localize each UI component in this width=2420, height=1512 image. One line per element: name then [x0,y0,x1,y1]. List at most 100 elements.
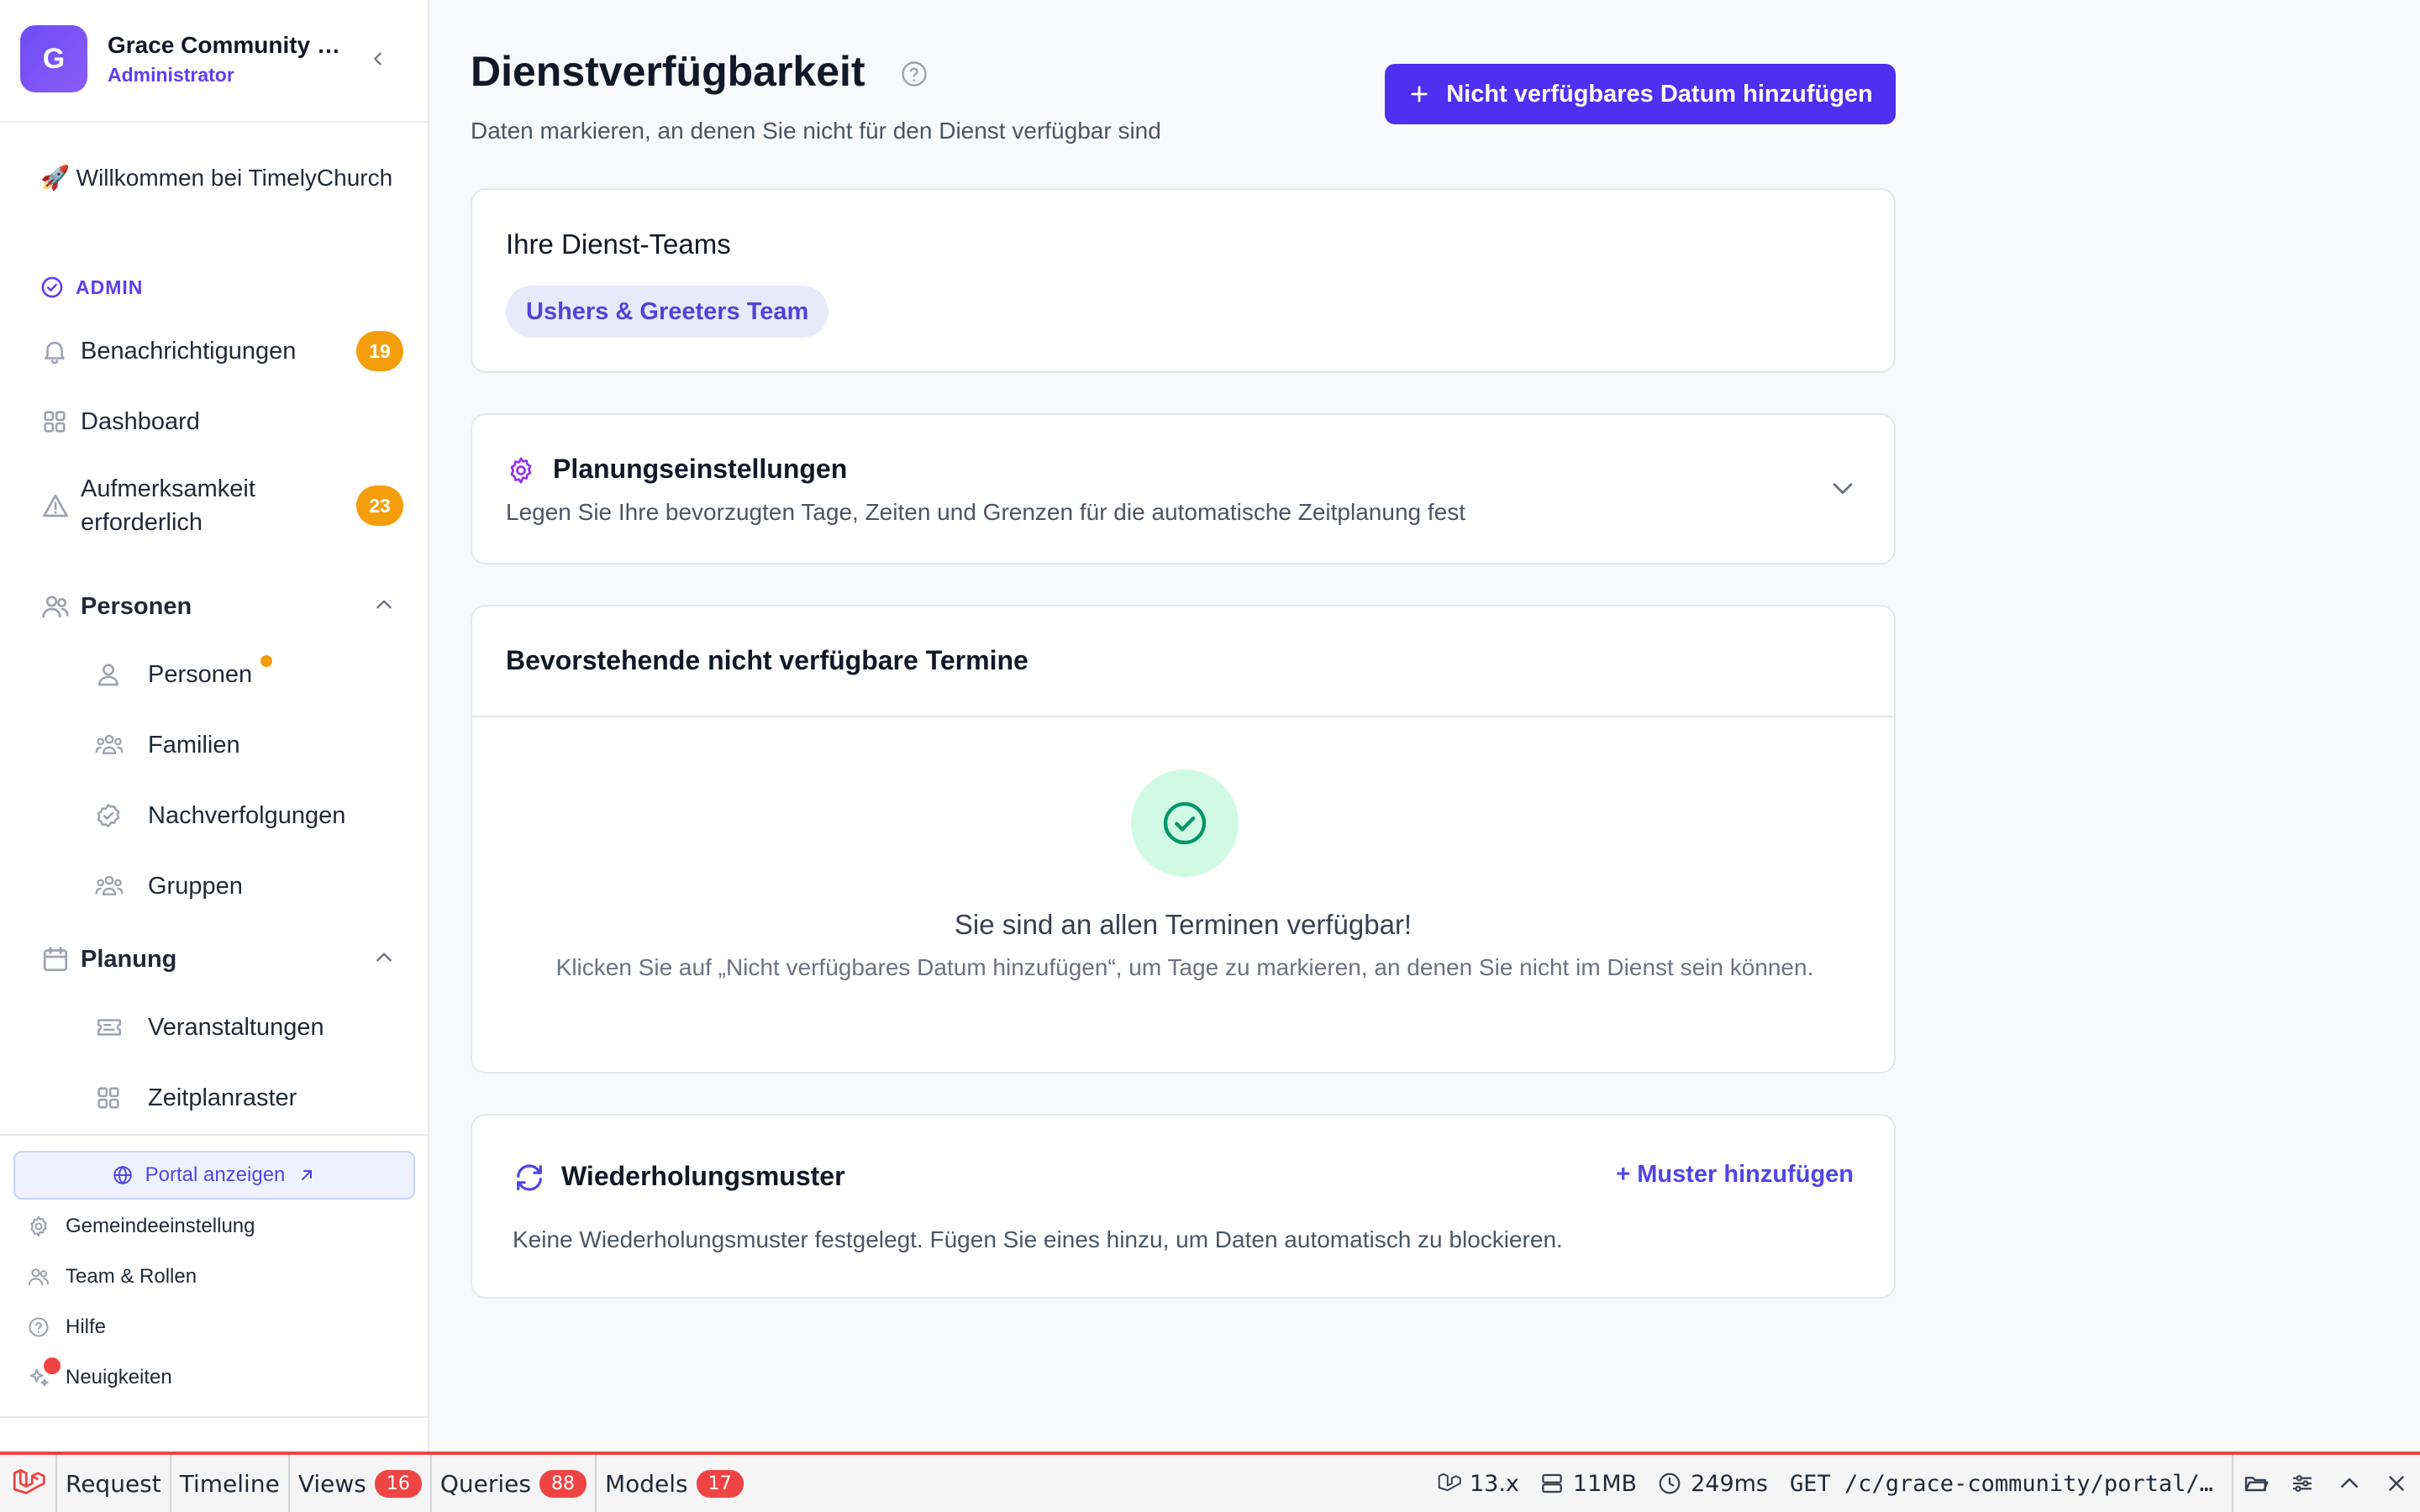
page-help-button[interactable] [899,59,929,93]
debugbar-open-button[interactable] [2232,1455,2279,1512]
sidebar-item-team-roles[interactable]: Team & Rollen [27,1265,197,1289]
sidebar-section-people[interactable]: Personen [34,590,403,623]
sidebar-item-label: Personen [148,660,253,688]
ticket-icon [97,1019,121,1036]
sidebar-item-dashboard[interactable]: Dashboard [34,405,403,438]
empty-state-description: Klicken Sie auf „Nicht verfügbares Datum… [555,954,1814,980]
debugbar-tab-models[interactable]: Models 17 [597,1455,752,1512]
sidebar-section-planning[interactable]: Planung [34,942,403,976]
sidebar-item-families[interactable]: Familien [94,731,240,759]
family-icon [95,734,124,754]
org-avatar[interactable]: G [20,25,87,92]
empty-state-title: Sie sind an allen Terminen verfügbar! [954,909,1413,940]
recurring-patterns-card: Wiederholungsmuster + Muster hinzufügen … [471,1114,1896,1299]
card-description: Keine Wiederholungsmuster festgelegt. Fü… [513,1226,1563,1252]
sidebar-item-notifications[interactable]: Benachrichtigungen 19 [34,331,403,371]
sidebar-section-label: Planung [81,946,177,973]
card-divider [472,716,1894,717]
debugbar-settings-button[interactable] [2279,1455,2326,1512]
debugbar-logo[interactable] [0,1455,57,1512]
sidebar-section-label: Personen [81,593,192,620]
question-circle-icon [29,1317,49,1337]
debugbar-maximize-button[interactable] [2326,1455,2373,1512]
admin-section-label: ADMIN [40,276,143,299]
sidebar-item-followups[interactable]: Nachverfolgungen [94,801,345,830]
debugbar-tab-timeline[interactable]: Timeline [171,1455,290,1512]
check-circle-icon [41,276,63,298]
card-description: Legen Sie Ihre bevorzugten Tage, Zeiten … [506,499,1465,525]
chevron-left-icon [374,52,381,66]
collapse-sidebar-button[interactable] [363,44,393,74]
debug-bar: Request Timeline Views 16 Queries 88 Model… [0,1452,2420,1512]
grid-icon [44,411,66,433]
memory-usage: 11MB [1529,1471,1647,1497]
views-count-badge: 16 [374,1469,422,1498]
add-pattern-link[interactable]: + Muster hinzufügen [1616,1161,1854,1189]
page-subtitle: Daten markieren, an denen Sie nicht für … [471,118,1161,144]
welcome-text: Willkommen bei TimelyChurch [76,165,393,191]
sidebar-divider [0,1134,428,1136]
queries-count-badge: 88 [539,1469,587,1498]
gear-icon [30,1215,47,1237]
card-title: Ihre Dienst-Teams [506,228,731,260]
news-unread-dot [44,1357,60,1374]
chevron-down-icon[interactable] [1828,474,1857,502]
card-title: Bevorstehende nicht verfügbare Termine [506,645,1028,675]
sidebar-item-attention[interactable]: Aufmerksamkeit erforderlich 23 [34,472,403,539]
question-circle-icon [902,61,927,87]
sidebar-item-help[interactable]: Hilfe [27,1315,106,1339]
chevron-up-icon [376,599,392,608]
sidebar-divider [0,1416,428,1418]
add-unavailable-date-button[interactable]: Nicht verfügbares Datum hinzufügen [1385,64,1896,124]
welcome-message[interactable]: 🚀 Willkommen bei TimelyChurch [40,161,393,195]
debugbar-meta: 13.x 11MB 249ms GET /c/grace-community/p… [1426,1455,2420,1512]
folder-open-icon [2244,1477,2269,1492]
models-count-badge: 17 [696,1469,744,1498]
sidebar-item-label: Gruppen [148,872,243,900]
bell-icon [45,341,65,365]
view-portal-button[interactable]: Portal anzeigen [13,1151,415,1200]
users-icon [42,596,69,618]
check-circle-icon [1163,801,1207,845]
badge-check-icon [97,803,120,828]
user-icon [98,664,118,686]
debugbar-tab-queries[interactable]: Queries 88 [432,1455,597,1512]
laravel-logo-icon [13,1468,45,1494]
debugbar-close-button[interactable] [2373,1455,2420,1512]
sidebar-item-label: Dashboard [81,408,200,435]
sidebar-item-groups[interactable]: Gruppen [94,872,243,900]
empty-state-icon [1131,769,1239,877]
sliders-icon [2292,1475,2312,1492]
warning-icon [43,494,68,517]
card-title: Planungseinstellungen [553,454,848,484]
chevron-up-icon [376,952,392,961]
close-icon [2389,1476,2404,1491]
service-teams-card: Ihre Dienst-Teams Ushers & Greeters Team [471,188,1896,373]
sidebar-item-events[interactable]: Veranstaltungen [94,1013,324,1042]
group-icon [95,875,124,895]
planning-settings-card[interactable]: Planungseinstellungen Legen Sie Ihre bev… [471,413,1896,564]
org-role: Administrator [108,64,234,86]
chevron-up-icon [2341,1478,2358,1488]
new-activity-dot [260,655,272,667]
debugbar-tab-views[interactable]: Views 16 [290,1455,432,1512]
notification-count-badge: 19 [356,331,403,371]
server-icon [1542,1473,1562,1494]
sidebar-item-label: Veranstaltungen [148,1013,324,1041]
sidebar-item-label: Zeitplanraster [148,1084,297,1111]
request-duration: 249ms [1647,1471,1778,1497]
team-chip[interactable]: Ushers & Greeters Team [506,286,829,338]
gear-icon [510,457,532,484]
calendar-icon [43,947,68,972]
clock-icon [1659,1473,1681,1494]
org-name[interactable]: Grace Community Church [108,32,351,59]
attention-count-badge: 23 [356,486,403,526]
request-route[interactable]: GET /c/grace-community/portal/serve/avai… [1778,1471,2232,1497]
sidebar-item-schedule-grid[interactable]: Zeitplanraster [94,1084,297,1112]
plus-icon [1411,86,1428,102]
sidebar: G Grace Community Church Administrator 🚀… [0,0,429,1452]
sidebar-item-church-settings[interactable]: Gemeindeeinstellung [27,1215,255,1238]
sidebar-item-label: Aufmerksamkeit erforderlich [81,475,255,536]
sidebar-item-persons[interactable]: Personen [94,660,252,689]
debugbar-tab-request[interactable]: Request [57,1455,171,1512]
